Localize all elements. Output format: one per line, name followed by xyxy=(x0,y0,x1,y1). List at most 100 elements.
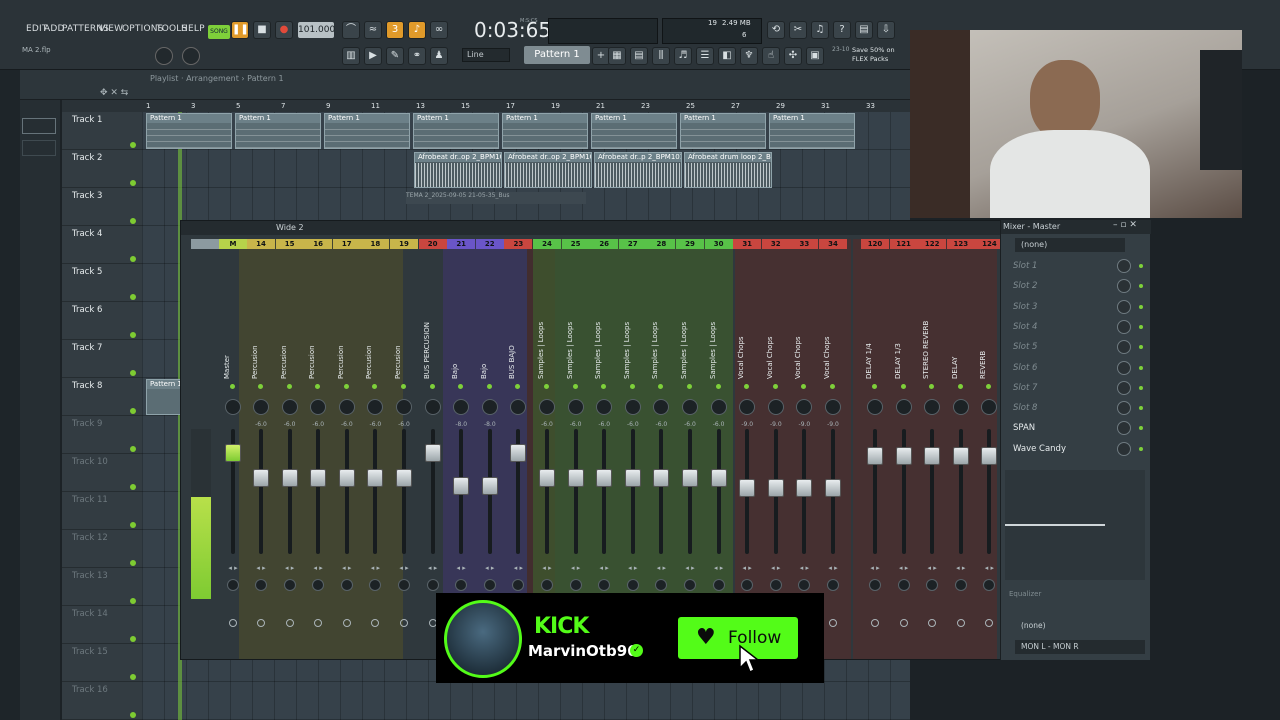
blend-icon[interactable]: ♪ xyxy=(408,21,426,39)
volume-fader[interactable] xyxy=(653,469,670,487)
track-header[interactable]: Track 8 xyxy=(62,378,142,416)
stereo-arrows-icon[interactable]: ◂ ▸ xyxy=(562,564,590,572)
volume-fader[interactable] xyxy=(225,444,241,462)
menu-help[interactable]: HELP xyxy=(181,24,205,34)
pan-knob[interactable] xyxy=(367,399,384,415)
stereo-knob[interactable] xyxy=(255,579,267,591)
stereo-arrows-icon[interactable]: ◂ ▸ xyxy=(447,564,475,572)
strip-enable-led[interactable] xyxy=(658,384,664,389)
volume-fader[interactable] xyxy=(710,469,727,487)
tools-icon[interactable]: ✥ ✕ ⇆ xyxy=(100,88,128,98)
touch-icon[interactable]: ☝ xyxy=(762,47,780,65)
slot-mix-knob[interactable] xyxy=(1117,380,1131,395)
help-icon[interactable]: ? xyxy=(833,21,851,39)
stereo-knob[interactable] xyxy=(626,579,639,591)
audio-clip[interactable]: Afrobeat dr..p 2_BPM101 xyxy=(594,152,682,188)
route-ring-icon[interactable] xyxy=(928,619,937,627)
volume-fader[interactable] xyxy=(396,469,412,487)
stereo-knob[interactable] xyxy=(312,579,325,591)
track-mute-led[interactable] xyxy=(130,408,136,414)
stereo-arrows-icon[interactable]: ◂ ▸ xyxy=(390,564,418,572)
slot-enable-led[interactable] xyxy=(1139,426,1143,431)
menu-view[interactable]: VIEW xyxy=(99,24,123,34)
mixer-strip[interactable]: M Master ◂ ▸ xyxy=(219,239,247,659)
stereo-arrows-icon[interactable]: ◂ ▸ xyxy=(476,564,504,572)
stereo-arrows-icon[interactable]: ◂ ▸ xyxy=(762,564,790,572)
loop-record-icon[interactable]: ∞ xyxy=(430,21,448,39)
strip-enable-led[interactable] xyxy=(986,384,992,389)
pan-knob[interactable] xyxy=(510,399,527,415)
volume-fader[interactable] xyxy=(567,469,584,487)
pan-knob[interactable] xyxy=(825,399,841,415)
slot-mix-knob[interactable] xyxy=(1117,401,1131,416)
stereo-knob[interactable] xyxy=(369,579,382,591)
volume-fader[interactable] xyxy=(624,469,641,487)
pan-knob[interactable] xyxy=(682,399,698,415)
cut-icon[interactable]: ✂ xyxy=(789,21,807,39)
stereo-knob[interactable] xyxy=(598,579,611,591)
strip-enable-led[interactable] xyxy=(801,384,807,389)
pattern-clip[interactable]: Pattern 1 xyxy=(324,113,410,149)
stereo-knob[interactable] xyxy=(827,579,839,591)
stereo-knob[interactable] xyxy=(926,579,939,591)
route-ring-icon[interactable] xyxy=(314,619,323,627)
volume-fader[interactable] xyxy=(895,447,912,465)
track-header[interactable]: Track 12 xyxy=(62,530,142,568)
volume-fader[interactable] xyxy=(796,479,813,497)
pan-knob[interactable] xyxy=(981,399,998,415)
mixer-strip[interactable]: 121 DELAY 1/3 ◂ ▸ xyxy=(889,239,918,659)
pan-knob[interactable] xyxy=(567,399,584,415)
track-header[interactable]: Track 15 xyxy=(62,644,142,682)
effect-slot[interactable]: Slot 4 xyxy=(1005,317,1147,337)
mixer-preset[interactable]: Wide 2 xyxy=(276,223,304,232)
stereo-arrows-icon[interactable]: ◂ ▸ xyxy=(619,564,647,572)
stereo-arrows-icon[interactable]: ◂ ▸ xyxy=(590,564,618,572)
plugin-db-icon[interactable]: ◧ xyxy=(718,47,736,65)
slot-enable-led[interactable] xyxy=(1139,446,1143,451)
effect-slot[interactable]: Slot 8 xyxy=(1005,398,1147,418)
strip-enable-led[interactable] xyxy=(486,384,492,389)
stereo-knob[interactable] xyxy=(983,579,996,591)
slot-enable-led[interactable] xyxy=(1139,324,1143,329)
track-header[interactable]: Track 6 xyxy=(62,302,142,340)
news-hint[interactable]: Save 50% on FLEX Packs xyxy=(832,46,910,64)
export-icon[interactable]: ⇩ xyxy=(877,21,895,39)
slot-enable-led[interactable] xyxy=(1139,385,1143,390)
strip-enable-led[interactable] xyxy=(429,384,435,389)
pattern-clip[interactable]: Pattern 1 xyxy=(235,113,321,149)
slot-enable-led[interactable] xyxy=(1139,264,1143,268)
pan-knob[interactable] xyxy=(739,399,756,415)
mixer-strip[interactable] xyxy=(191,239,219,659)
pause-button[interactable]: ❚❚ xyxy=(231,21,249,39)
slot-mix-knob[interactable] xyxy=(1117,259,1131,273)
pan-knob[interactable] xyxy=(767,399,784,415)
stereo-arrows-icon[interactable]: ◂ ▸ xyxy=(705,564,733,572)
pan-knob[interactable] xyxy=(924,399,941,415)
stereo-knob[interactable] xyxy=(426,579,439,591)
snap-select[interactable]: Line xyxy=(462,48,510,62)
track-mute-led[interactable] xyxy=(130,636,136,642)
effect-slot[interactable]: Slot 1 xyxy=(1005,256,1147,276)
browser-panel[interactable] xyxy=(20,70,60,720)
mixer-strip[interactable]: 123 DELAY ◂ ▸ xyxy=(946,239,975,659)
stop-button[interactable]: ■ xyxy=(253,21,271,39)
pan-knob[interactable] xyxy=(796,399,813,415)
track-mute-led[interactable] xyxy=(130,484,136,490)
mixer-strip[interactable]: 15 Percusion -6.0 ◂ ▸ xyxy=(275,239,304,659)
track-header[interactable]: Track 3 xyxy=(62,188,142,226)
mixer-strip[interactable]: 16 Percusion -6.0 ◂ ▸ xyxy=(304,239,333,659)
pan-knob[interactable] xyxy=(453,399,470,415)
stereo-arrows-icon[interactable]: ◂ ▸ xyxy=(219,564,247,572)
audio-clip[interactable]: Afrobeat dr..op 2_BPM101 xyxy=(504,152,592,188)
volume-fader[interactable] xyxy=(310,469,327,487)
song-mode-toggle[interactable]: SONG xyxy=(208,25,230,39)
strip-enable-led[interactable] xyxy=(830,384,835,389)
track-mute-led[interactable] xyxy=(130,522,136,528)
stereo-arrows-icon[interactable]: ◂ ▸ xyxy=(504,564,532,572)
track-header[interactable]: Track 2 xyxy=(62,150,142,188)
stereo-knob[interactable] xyxy=(340,579,353,591)
pan-knob[interactable] xyxy=(225,399,241,415)
track-mute-led[interactable] xyxy=(130,674,136,680)
channel-rack-icon[interactable]: ▤ xyxy=(630,47,648,65)
volume-fader[interactable] xyxy=(596,469,613,487)
